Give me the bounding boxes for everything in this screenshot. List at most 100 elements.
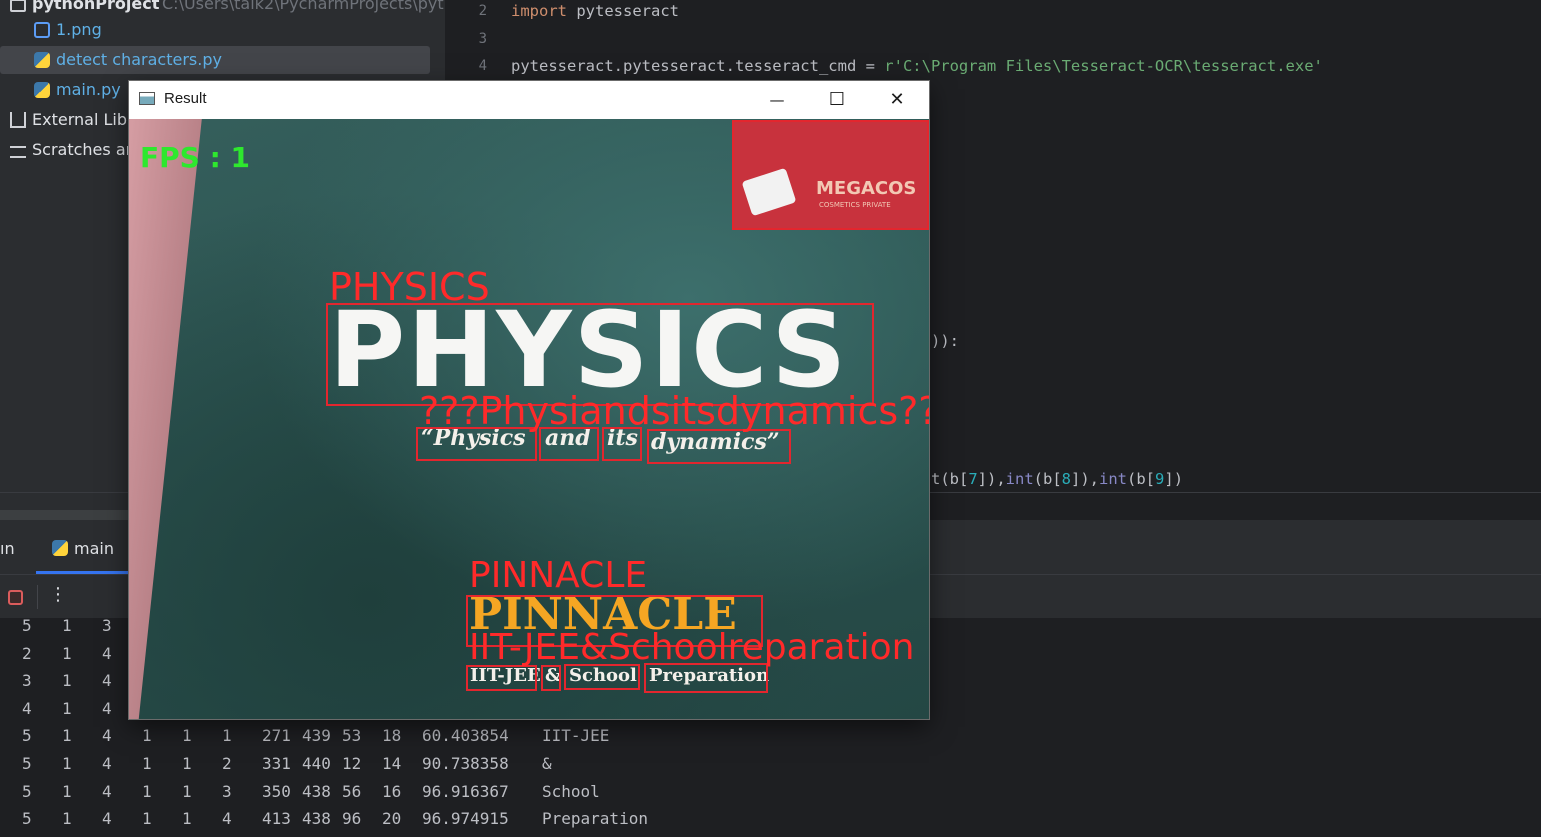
console-cell: 5 <box>22 754 32 773</box>
console-cell: IIT-JEE <box>542 726 610 746</box>
console-cell: 439 <box>302 726 331 746</box>
run-tool-label: ın <box>0 539 15 558</box>
python-run-icon <box>52 540 68 556</box>
console-cell: 4 <box>102 754 112 773</box>
code-line-partial: )): <box>931 332 959 350</box>
tree-item-label: Scratches ar <box>32 140 133 159</box>
line-number: 2 <box>478 3 487 19</box>
console-cell: 1 <box>182 726 192 746</box>
scratches-icon <box>10 146 26 158</box>
more-vertical-icon[interactable]: ⋮ <box>49 584 67 605</box>
console-cell: 331 <box>262 754 291 773</box>
console-cell: School <box>542 781 600 801</box>
tree-item-label: External Libr <box>32 110 134 129</box>
console-cell: 96.916367 <box>422 781 509 801</box>
console-cell: 5 <box>22 809 32 829</box>
tree-item-label: detect characters.py <box>56 50 222 69</box>
tree-item-1-png[interactable]: 1.png <box>0 16 445 44</box>
ocr-label: PHYSICS <box>329 265 490 309</box>
detection-box <box>541 665 561 691</box>
close-button[interactable]: ✕ <box>867 81 927 119</box>
console-cell: 4 <box>102 781 112 801</box>
python-file-icon <box>34 82 50 98</box>
console-cell: 14 <box>382 754 402 773</box>
console-cell: 60.403854 <box>422 726 509 746</box>
run-tab-label: main <box>74 539 114 558</box>
console-cell: 1 <box>62 616 72 635</box>
console-cell: 350 <box>262 781 291 801</box>
console-cell: 1 <box>182 781 192 801</box>
console-cell: 1 <box>62 643 72 663</box>
toolbar-separator <box>37 585 38 609</box>
maximize-button[interactable]: ☐ <box>807 81 867 119</box>
console-cell: 1 <box>222 726 232 746</box>
console-cell: 1 <box>62 726 72 746</box>
fps-counter: FPS : 1 <box>140 141 250 174</box>
library-icon <box>10 112 26 128</box>
tree-item-detect-characters[interactable]: detect characters.py <box>0 46 430 74</box>
code-line-2: import pytesseract <box>511 2 679 20</box>
console-cell: 1 <box>142 809 152 829</box>
stop-icon[interactable] <box>8 590 23 605</box>
code-line-4: pytesseract.pytesseract.tesseract_cmd = … <box>511 57 1323 75</box>
horizontal-scrollbar[interactable] <box>0 510 129 520</box>
camera-frame: MEGACOS COSMETICS PRIVATE FPS : 1 PHYSIC… <box>129 119 929 719</box>
console-cell: 1 <box>62 698 72 718</box>
console-cell: 4 <box>102 809 112 829</box>
tree-item-label: main.py <box>56 80 121 99</box>
ocr-label: ???Physiandsitsdynamics??? <box>419 389 929 433</box>
run-tab-main[interactable]: main <box>36 520 129 574</box>
console-cell: 2 <box>22 643 32 663</box>
image-file-icon <box>34 22 50 38</box>
console-cell: 96 <box>342 809 362 829</box>
ocr-label: PINNACLE <box>469 555 648 596</box>
code-keyword: import <box>511 2 567 20</box>
tree-item-label: 1.png <box>56 20 102 39</box>
console-cell: 1 <box>182 754 192 773</box>
console-cell: 1 <box>182 809 192 829</box>
console-cell: 4 <box>102 698 112 718</box>
console-cell: 1 <box>62 754 72 773</box>
console-cell: 413 <box>262 809 291 829</box>
console-cell: 5 <box>22 616 32 635</box>
detection-box <box>732 120 929 230</box>
code-line-partial-args: t(b[7]),int(b[8]),int(b[9]) <box>931 470 1184 488</box>
result-window: Result — ☐ ✕ MEGACOS COSMETICS PRIVATE F… <box>129 81 929 719</box>
background-object <box>129 119 203 719</box>
console-cell: 4 <box>222 809 232 829</box>
python-file-icon <box>34 52 50 68</box>
console-cell: 1 <box>142 754 152 773</box>
console-cell: 3 <box>222 781 232 801</box>
console-cell: 90.738358 <box>422 754 509 773</box>
window-titlebar[interactable]: Result — ☐ ✕ <box>129 81 929 119</box>
console-cell: 53 <box>342 726 362 746</box>
window-app-icon <box>139 92 155 105</box>
line-number: 4 <box>478 58 487 74</box>
code-text: pytesseract <box>567 2 679 20</box>
console-cell: 5 <box>22 726 32 746</box>
console-cell: 438 <box>302 781 331 801</box>
console-cell: 5 <box>22 781 32 801</box>
code-text: pytesseract.pytesseract.tesseract_cmd = <box>511 57 885 75</box>
console-cell: 12 <box>342 754 362 773</box>
console-cell: 1 <box>142 726 152 746</box>
console-cell: 18 <box>382 726 402 746</box>
console-cell: 440 <box>302 754 331 773</box>
console-cell: 1 <box>62 781 72 801</box>
console-cell: 16 <box>382 781 402 801</box>
console-cell: 2 <box>222 754 232 773</box>
console-cell: & <box>542 754 552 773</box>
minimize-button[interactable]: — <box>747 81 807 119</box>
console-cell: 1 <box>62 809 72 829</box>
console-cell: 3 <box>22 671 32 691</box>
ocr-label: IIT-JEE&Schoolreparation <box>469 627 915 668</box>
console-cell: 4 <box>22 698 32 718</box>
console-cell: 271 <box>262 726 291 746</box>
console-cell: 4 <box>102 726 112 746</box>
console-cell: 3 <box>102 616 112 635</box>
console-cell: 1 <box>142 781 152 801</box>
console-cell: 1 <box>62 671 72 691</box>
detection-box <box>647 429 791 464</box>
console-cell: Preparation <box>542 809 648 829</box>
console-cell: 56 <box>342 781 362 801</box>
